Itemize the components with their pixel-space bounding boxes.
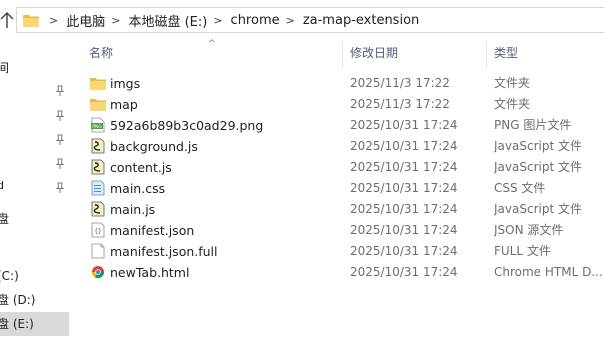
folder-icon (23, 15, 39, 27)
file-row[interactable]: background.js 2025/10/31 17:24 JavaScrip… (80, 136, 604, 157)
nav-item-drive-c[interactable]: (C:) (0, 264, 69, 288)
blank-file-icon (91, 243, 105, 259)
file-row[interactable]: manifest.json.full 2025/10/31 17:24 FULL… (80, 241, 604, 262)
chevron-right-icon[interactable]: > (49, 15, 58, 26)
folder-icon (90, 78, 106, 90)
column-divider[interactable] (486, 42, 487, 68)
pin-icon[interactable] (54, 85, 66, 97)
file-type: JavaScript 文件 (494, 160, 582, 174)
file-type: CSS 文件 (494, 181, 546, 195)
nav-item-drive-d[interactable]: 盘 (D:) (0, 288, 69, 312)
column-divider[interactable] (342, 42, 343, 68)
column-header: ^ 名称 修改日期 类型 (80, 39, 604, 68)
file-type: JavaScript 文件 (494, 202, 582, 216)
file-row[interactable]: newTab.html 2025/10/31 17:24 Chrome HTML… (80, 262, 604, 283)
file-date: 2025/10/31 17:24 (350, 244, 458, 258)
file-name: main.js (110, 202, 156, 217)
file-row[interactable]: imgs 2025/11/3 17:22 文件夹 (80, 73, 604, 94)
file-row[interactable]: main.js 2025/10/31 17:24 JavaScript 文件 (80, 199, 604, 220)
file-name: imgs (110, 76, 141, 91)
file-name: manifest.json.full (110, 244, 218, 259)
svg-text:{}: {} (94, 228, 101, 235)
file-type: FULL 文件 (494, 244, 551, 258)
column-name-header[interactable]: 名称 (89, 40, 113, 68)
nav-item-partial[interactable]: 间 (0, 56, 69, 80)
breadcrumb-item-drive-e[interactable]: 本地磁盘 (E:) (128, 11, 207, 30)
column-date-header[interactable]: 修改日期 (350, 40, 398, 68)
nav-item-label: 盘 (D:) (0, 293, 36, 307)
nav-item-label: 盘 (E:) (0, 317, 34, 331)
file-name: map (110, 97, 138, 112)
png-file-icon: PNG (91, 117, 105, 133)
json-file-icon: {} (91, 222, 105, 238)
file-row[interactable]: main.css 2025/10/31 17:24 CSS 文件 (80, 178, 604, 199)
js-file-icon (91, 159, 105, 175)
breadcrumb-item-chrome[interactable]: chrome (231, 13, 280, 28)
file-type: JavaScript 文件 (494, 139, 582, 153)
file-name: main.css (110, 181, 166, 196)
column-type-header[interactable]: 类型 (494, 40, 518, 68)
file-name: content.js (110, 160, 172, 175)
breadcrumb: > 此电脑 > 本地磁盘 (E:) > chrome > za-map-exte… (43, 8, 419, 32)
file-date: 2025/10/31 17:24 (350, 223, 458, 237)
pin-icon[interactable] (54, 110, 66, 122)
js-file-icon (91, 201, 105, 217)
file-date: 2025/10/31 17:24 (350, 118, 458, 132)
file-date: 2025/10/31 17:24 (350, 265, 458, 279)
file-date: 2025/10/31 17:24 (350, 160, 458, 174)
file-date: 2025/10/31 17:24 (350, 139, 458, 153)
file-name: newTab.html (110, 265, 190, 280)
file-row[interactable]: PNG 592a6b89b3c0ad29.png 2025/10/31 17:2… (80, 115, 604, 136)
pin-icon[interactable] (54, 134, 66, 146)
chevron-right-icon[interactable]: > (213, 15, 222, 26)
file-type: 文件夹 (494, 97, 531, 111)
svg-text:PNG: PNG (92, 124, 102, 130)
nav-item-partial[interactable]: d (0, 174, 69, 198)
file-type: JSON 源文件 (494, 223, 564, 237)
file-date: 2025/11/3 17:22 (350, 97, 450, 111)
file-name: background.js (110, 139, 198, 154)
up-arrow-icon[interactable] (0, 10, 14, 30)
file-date: 2025/10/31 17:24 (350, 202, 458, 216)
folder-icon (90, 99, 106, 111)
file-row[interactable]: content.js 2025/10/31 17:24 JavaScript 文… (80, 157, 604, 178)
breadcrumb-item-za-map-extension[interactable]: za-map-extension (303, 13, 419, 28)
chevron-right-icon[interactable]: > (286, 15, 295, 26)
file-type: Chrome HTML D... (494, 265, 603, 279)
breadcrumb-item-this-pc[interactable]: 此电脑 (66, 11, 105, 30)
address-bar-row: > 此电脑 > 本地磁盘 (E:) > chrome > za-map-exte… (0, 0, 604, 38)
file-type: PNG 图片文件 (494, 118, 572, 132)
file-date: 2025/10/31 17:24 (350, 181, 458, 195)
file-list: imgs 2025/11/3 17:22 文件夹 map 2025/11/3 1… (80, 73, 604, 283)
file-date: 2025/11/3 17:22 (350, 76, 450, 90)
file-row[interactable]: {} manifest.json 2025/10/31 17:24 JSON 源… (80, 220, 604, 241)
nav-item-drive-e[interactable]: 盘 (E:) (0, 312, 69, 336)
file-row[interactable]: map 2025/11/3 17:22 文件夹 (80, 94, 604, 115)
file-type: 文件夹 (494, 76, 531, 90)
file-name: 592a6b89b3c0ad29.png (110, 118, 264, 133)
navigation-pane: 间 d 盘 (C:) 盘 (D:) 盘 (E:) (0, 38, 69, 356)
nav-item-partial[interactable]: 盘 (0, 207, 69, 231)
nav-item-label: (C:) (0, 269, 19, 283)
css-file-icon (91, 180, 105, 196)
pin-icon[interactable] (54, 158, 66, 170)
sort-up-icon: ^ (208, 39, 216, 49)
address-bar[interactable]: > 此电脑 > 本地磁盘 (E:) > chrome > za-map-exte… (16, 7, 604, 33)
nav-item-label: 盘 (0, 212, 10, 226)
nav-item-label: 间 (0, 61, 10, 75)
chrome-html-icon (92, 266, 104, 279)
js-file-icon (91, 138, 105, 154)
chevron-right-icon[interactable]: > (111, 15, 120, 26)
file-name: manifest.json (110, 223, 195, 238)
